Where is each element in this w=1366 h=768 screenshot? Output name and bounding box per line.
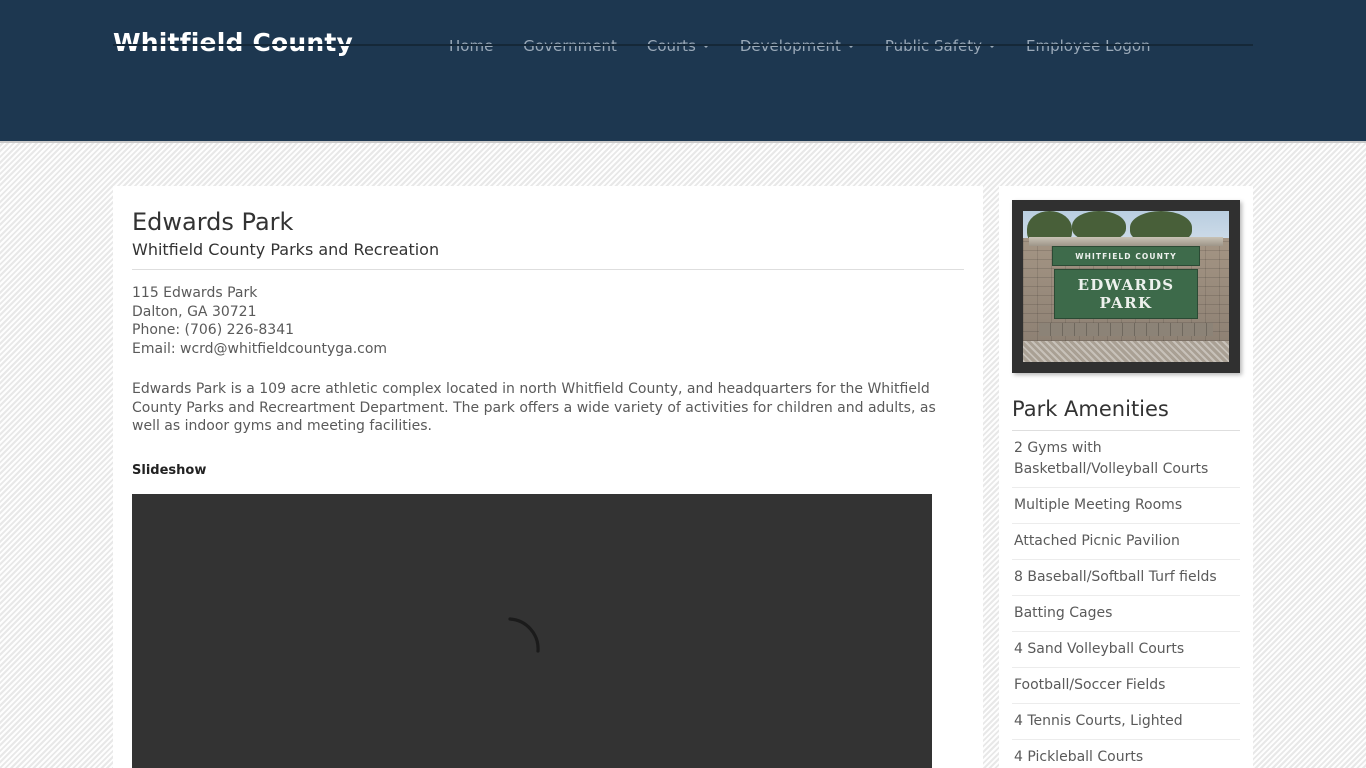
nav-item-development[interactable]: Development xyxy=(725,26,870,66)
list-item: 2 Gyms with Basketball/Volleyball Courts xyxy=(1012,431,1240,488)
page-title: Edwards Park xyxy=(132,208,294,236)
address-line-2: Dalton, GA 30721 xyxy=(132,303,257,320)
photo-wall-cap xyxy=(1029,236,1223,246)
nav-item-employee-logon[interactable]: Employee Logon xyxy=(1011,26,1166,66)
amenities-heading: Park Amenities xyxy=(1012,397,1240,431)
list-item: Multiple Meeting Rooms xyxy=(1012,488,1240,524)
list-item: 4 Tennis Courts, Lighted xyxy=(1012,704,1240,740)
park-sign-photo: WHITFIELD COUNTY EDWARDS PARK xyxy=(1023,211,1229,362)
address-line-1: 115 Edwards Park xyxy=(132,285,258,302)
main-content-card: Edwards Park Whitfield County Parks and … xyxy=(113,186,983,768)
slideshow-player[interactable] xyxy=(132,493,932,768)
photo-sign-panel: EDWARDS PARK xyxy=(1053,269,1199,319)
main-navigation: Home Government Courts Development Publi… xyxy=(434,26,1166,66)
loading-spinner-icon xyxy=(504,611,560,667)
nav-item-label: Home xyxy=(449,37,494,55)
site-header: Whitfield County Home Government Courts … xyxy=(0,0,1366,143)
park-sign-photo-frame: WHITFIELD COUNTY EDWARDS PARK xyxy=(1012,200,1240,373)
contact-block: 115 Edwards Park Dalton, GA 30721 Phone:… xyxy=(132,284,964,358)
content-top-spacer xyxy=(0,143,1366,186)
page-container: Edwards Park Whitfield County Parks and … xyxy=(98,186,1268,768)
site-brand[interactable]: Whitfield County xyxy=(113,30,353,55)
page-subtitle: Whitfield County Parks and Recreation xyxy=(132,239,964,271)
nav-item-courts[interactable]: Courts xyxy=(632,26,725,66)
park-description: Edwards Park is a 109 acre athletic comp… xyxy=(132,381,936,435)
photo-sign-line-2: PARK xyxy=(1099,293,1153,312)
nav-item-label: Courts xyxy=(646,37,696,55)
nav-divider xyxy=(113,44,1253,46)
list-item: 4 Sand Volleyball Courts xyxy=(1012,632,1240,668)
slideshow-heading: Slideshow xyxy=(132,462,207,478)
nav-item-label: Public Safety xyxy=(884,37,983,55)
nav-item-label: Government xyxy=(523,37,617,55)
email-address-link[interactable]: wcrd@whitfieldcountyga.com xyxy=(180,341,387,357)
phone-line: Phone: (706) 226-8341 xyxy=(132,322,295,339)
list-item: 4 Pickleball Courts xyxy=(1012,740,1240,768)
list-item: Football/Soccer Fields xyxy=(1012,668,1240,704)
list-item: Batting Cages xyxy=(1012,596,1240,632)
nav-item-label: Development xyxy=(739,37,841,55)
list-item: 8 Baseball/Softball Turf fields xyxy=(1012,560,1240,596)
nav-item-public-safety[interactable]: Public Safety xyxy=(870,26,1011,66)
list-item: Attached Picnic Pavilion xyxy=(1012,524,1240,560)
photo-sign-base xyxy=(1039,322,1213,337)
photo-sign-top-band: WHITFIELD COUNTY xyxy=(1051,246,1201,267)
photo-sign-county-text: WHITFIELD COUNTY xyxy=(1075,251,1177,261)
email-line: Email: wcrd@whitfieldcountyga.com xyxy=(132,340,964,359)
nav-item-label: Employee Logon xyxy=(1026,37,1151,55)
amenities-list: 2 Gyms with Basketball/Volleyball Courts… xyxy=(1012,431,1240,768)
nav-item-government[interactable]: Government xyxy=(508,26,632,66)
nav-item-home[interactable]: Home xyxy=(434,26,508,66)
sidebar-card: WHITFIELD COUNTY EDWARDS PARK Park Ameni… xyxy=(999,186,1253,768)
photo-sign-line-1: EDWARDS xyxy=(1077,275,1175,294)
email-label: Email: xyxy=(132,340,181,357)
photo-gravel xyxy=(1023,340,1229,362)
